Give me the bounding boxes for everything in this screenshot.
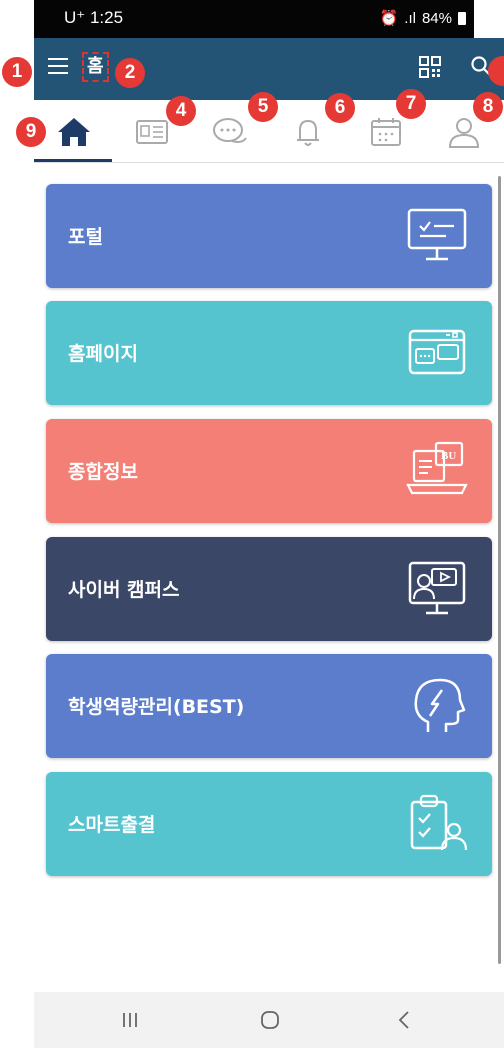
card-homepage[interactable]: 홈페이지 xyxy=(46,301,492,405)
card-label: 홈페이지 xyxy=(68,343,138,365)
status-indicators: ⏰ .ıl 84% xyxy=(380,9,466,27)
badge-2: 2 xyxy=(115,58,145,88)
card-portal[interactable]: 포털 xyxy=(46,184,492,288)
qr-code-icon[interactable] xyxy=(419,56,441,78)
active-tab-indicator xyxy=(34,159,112,162)
monitor-checklist-icon xyxy=(407,208,467,261)
badge-5: 5 xyxy=(248,92,278,122)
laptop-bu-icon: BU xyxy=(406,441,468,495)
card-label: 학생역량관리(BEST) xyxy=(68,696,245,718)
status-time: U⁺ 1:25 xyxy=(64,8,124,27)
calendar-icon[interactable] xyxy=(366,112,406,152)
signal-icon: .ıl xyxy=(404,9,416,27)
card-general-info[interactable]: 종합정보 BU xyxy=(46,419,492,523)
recent-apps-icon[interactable] xyxy=(114,1004,146,1036)
card-label: 종합정보 xyxy=(68,461,138,483)
status-bar: U⁺ 1:25 ⏰ .ıl 84% xyxy=(0,0,504,38)
menu-icon[interactable] xyxy=(48,58,68,74)
head-lightning-icon xyxy=(414,678,466,732)
battery-level: 84% xyxy=(421,9,452,27)
video-lecture-icon xyxy=(408,561,466,615)
card-label: 스마트출결 xyxy=(68,814,156,836)
browser-window-icon xyxy=(408,329,466,375)
page-title: 홈 xyxy=(82,52,109,82)
card-label: 포털 xyxy=(68,226,103,248)
badge-8: 8 xyxy=(473,92,503,122)
battery-icon xyxy=(458,11,466,25)
system-nav-bar xyxy=(34,992,504,1048)
badge-7: 7 xyxy=(396,89,426,119)
card-cyber-campus[interactable]: 사이버 캠퍼스 xyxy=(46,537,492,641)
chat-icon[interactable] xyxy=(210,112,250,152)
card-label: 사이버 캠퍼스 xyxy=(68,579,180,601)
badge-9: 9 xyxy=(16,117,46,147)
status-bar-inner: U⁺ 1:25 ⏰ .ıl 84% xyxy=(34,0,474,38)
card-smart-attendance[interactable]: 스마트출결 xyxy=(46,772,492,876)
id-card-icon[interactable] xyxy=(132,112,172,152)
badge-6: 6 xyxy=(325,93,355,123)
bell-icon[interactable] xyxy=(288,112,328,152)
home-button-icon[interactable] xyxy=(254,1004,286,1036)
alarm-icon: ⏰ xyxy=(379,10,399,27)
scrollbar[interactable] xyxy=(498,176,501,964)
app-header: 홈 xyxy=(34,38,504,100)
card-best[interactable]: 학생역량관리(BEST) xyxy=(46,654,492,758)
badge-1: 1 xyxy=(2,57,32,87)
badge-4: 4 xyxy=(166,96,196,126)
home-icon[interactable] xyxy=(54,112,94,152)
back-icon[interactable] xyxy=(388,1004,420,1036)
svg-text:BU: BU xyxy=(441,450,456,462)
attendance-clipboard-icon xyxy=(410,794,468,851)
